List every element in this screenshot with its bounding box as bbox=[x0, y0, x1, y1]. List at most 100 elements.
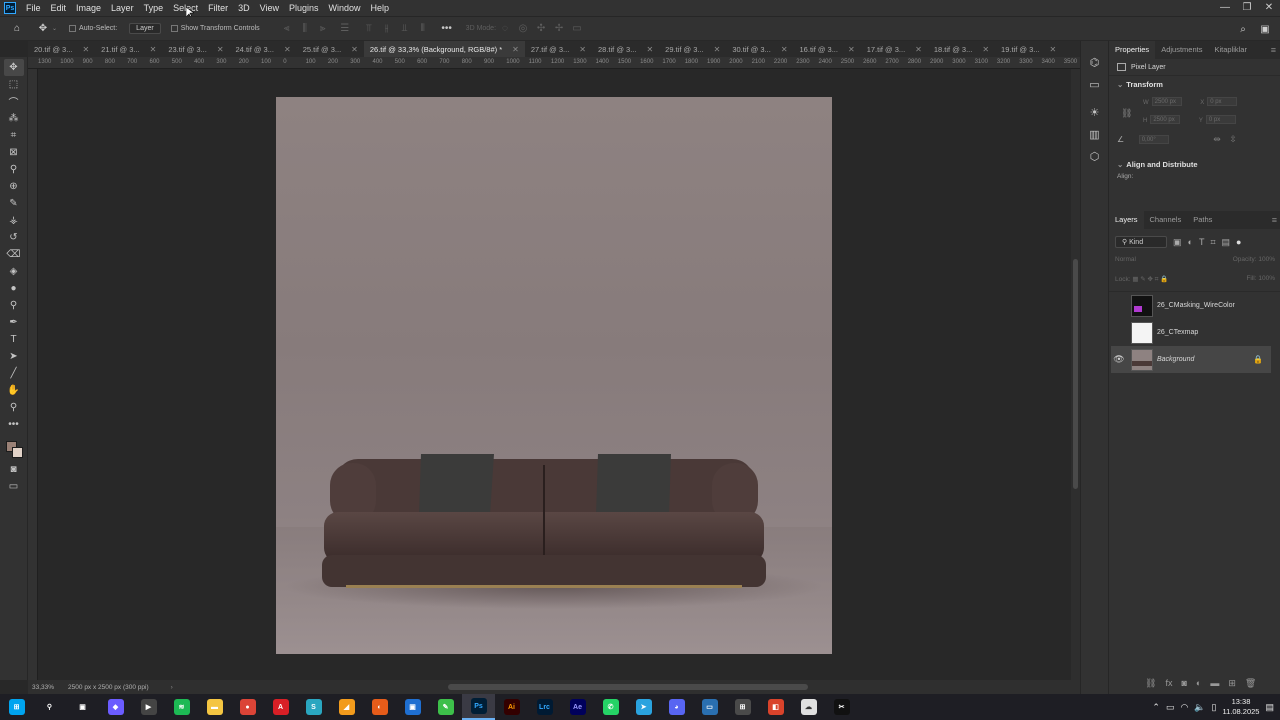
history-brush-tool[interactable]: ↺ bbox=[4, 229, 24, 246]
distribute-vertical-icon[interactable]: ⫴ bbox=[414, 20, 432, 38]
pan-3d-icon[interactable]: ✣ bbox=[532, 20, 550, 38]
taskbar-remote-desktop[interactable]: ▭ bbox=[693, 694, 726, 720]
add-mask-icon[interactable]: ◙ bbox=[1181, 678, 1186, 689]
vertical-scrollbar[interactable] bbox=[1071, 69, 1080, 680]
status-chevron-icon[interactable]: › bbox=[171, 684, 173, 691]
angle-field[interactable]: 0,00° bbox=[1138, 135, 1169, 145]
taskbar-photoshop[interactable]: Ps bbox=[462, 694, 495, 720]
document-tab[interactable]: 20.tif @ 3... ✕ bbox=[28, 41, 95, 57]
link-layers-icon[interactable]: ⛓ bbox=[1145, 678, 1156, 689]
close-tab-icon[interactable]: ✕ bbox=[848, 45, 855, 54]
align-right-icon[interactable]: ⫸ bbox=[314, 20, 332, 38]
y-field[interactable]: 0 px bbox=[1205, 115, 1236, 125]
delete-layer-icon[interactable]: 🗑 bbox=[1245, 678, 1256, 689]
tab-libraries[interactable]: Kitapliklar bbox=[1208, 41, 1253, 59]
adjustments-icon[interactable]: ☀ bbox=[1086, 103, 1104, 121]
menu-image[interactable]: Image bbox=[71, 0, 106, 16]
width-field[interactable]: 2500 px bbox=[1151, 97, 1182, 107]
taskbar-whatsapp[interactable]: ✆ bbox=[594, 694, 627, 720]
menu-help[interactable]: Help bbox=[366, 0, 395, 16]
dodge-tool[interactable]: ⚲ bbox=[4, 297, 24, 314]
line-tool[interactable]: ╱ bbox=[4, 365, 24, 382]
layer-row[interactable]: 26_CMasking_WireColor bbox=[1111, 292, 1271, 319]
background-color-swatch[interactable] bbox=[11, 447, 23, 458]
filter-smart-object-icon[interactable]: ▤ bbox=[1222, 237, 1231, 248]
layer-filter-dropdown[interactable]: ⚲ Kind bbox=[1115, 236, 1167, 248]
close-tab-icon[interactable]: ✕ bbox=[150, 45, 157, 54]
height-field[interactable]: 2500 px bbox=[1150, 115, 1181, 125]
align-center-icon[interactable]: ⫼ bbox=[296, 20, 314, 38]
comments-icon[interactable]: ▭ bbox=[1086, 75, 1104, 93]
camera-3d-icon[interactable]: ▭ bbox=[568, 20, 586, 38]
auto-select-dropdown[interactable]: Layer bbox=[129, 23, 161, 34]
tab-adjustments[interactable]: Adjustments bbox=[1155, 41, 1208, 59]
document-tab[interactable]: 28.tif @ 3... ✕ bbox=[592, 41, 659, 57]
menu-type[interactable]: Type bbox=[139, 0, 169, 16]
taskbar-telegram[interactable]: ➤ bbox=[627, 694, 660, 720]
frame-tool[interactable]: ⊠ bbox=[4, 144, 24, 161]
document-tab[interactable]: 19.tif @ 3... ✕ bbox=[995, 41, 1062, 57]
chevron-down-icon[interactable]: ⌄ bbox=[52, 25, 57, 32]
taskbar-media-player[interactable]: ▶ bbox=[132, 694, 165, 720]
menu-file[interactable]: File bbox=[21, 0, 46, 16]
tab-paths[interactable]: Paths bbox=[1187, 211, 1218, 229]
distribute-icon[interactable]: ☰ bbox=[336, 20, 354, 38]
document-tab[interactable]: 27.tif @ 3... ✕ bbox=[525, 41, 592, 57]
pen-tool[interactable]: ✒ bbox=[4, 314, 24, 331]
close-tab-icon[interactable]: ✕ bbox=[512, 45, 519, 54]
align-middle-icon[interactable]: ⫲ bbox=[378, 20, 396, 38]
taskbar-copilot[interactable]: ◆ bbox=[99, 694, 132, 720]
show-transform-checkbox[interactable] bbox=[170, 25, 178, 32]
document-tab[interactable]: 23.tif @ 3... ✕ bbox=[162, 41, 229, 57]
document-tab[interactable]: 18.tif @ 3... ✕ bbox=[928, 41, 995, 57]
lock-icons[interactable]: ▦ ✎ ✥ ⌗ 🔒 bbox=[1132, 276, 1168, 283]
workspace-icon[interactable]: ▣ bbox=[1256, 20, 1274, 38]
close-tab-icon[interactable]: ✕ bbox=[579, 45, 586, 54]
filter-adjustment-icon[interactable]: ◐ bbox=[1188, 237, 1193, 247]
move-tool-icon[interactable]: ✥ bbox=[34, 20, 52, 38]
menu-filter[interactable]: Filter bbox=[203, 0, 233, 16]
x-field[interactable]: 0 px bbox=[1207, 97, 1238, 107]
display-icon[interactable]: ▭ bbox=[1166, 702, 1175, 713]
link-icon[interactable]: ⛓ bbox=[1121, 105, 1132, 121]
levels-icon[interactable]: ▥ bbox=[1086, 125, 1104, 143]
flip-horizontal-icon[interactable]: ⇹ bbox=[1213, 134, 1221, 144]
minimize-icon[interactable]: — bbox=[1214, 0, 1236, 16]
notification-icon[interactable]: ▤ bbox=[1265, 702, 1274, 713]
brush-tool[interactable]: ✎ bbox=[4, 195, 24, 212]
flip-vertical-icon[interactable]: ⇳ bbox=[1229, 134, 1237, 144]
hand-tool[interactable]: ✋ bbox=[4, 382, 24, 399]
more-options-icon[interactable]: ••• bbox=[438, 20, 456, 38]
layers-menu-icon[interactable]: ≡ bbox=[1272, 215, 1277, 225]
volume-icon[interactable]: 🔈 bbox=[1194, 702, 1205, 713]
taskbar-cloud-app[interactable]: ☁ bbox=[792, 694, 825, 720]
menu-view[interactable]: View bbox=[255, 0, 284, 16]
taskbar-app-office2[interactable]: ◧ bbox=[759, 694, 792, 720]
taskbar-acrobat[interactable]: A bbox=[264, 694, 297, 720]
document-tab[interactable]: 21.tif @ 3... ✕ bbox=[95, 41, 162, 57]
clone-stamp-tool[interactable]: ⚶ bbox=[4, 212, 24, 229]
edit-toolbar-icon[interactable]: ••• bbox=[4, 416, 24, 433]
roll-3d-icon[interactable]: ◎ bbox=[514, 20, 532, 38]
filter-shape-icon[interactable]: ⌗ bbox=[1210, 237, 1215, 248]
type-tool[interactable]: T bbox=[4, 331, 24, 348]
document-tab[interactable]: 24.tif @ 3... ✕ bbox=[230, 41, 297, 57]
layer-name[interactable]: 26_CMasking_WireColor bbox=[1157, 302, 1235, 309]
crop-tool[interactable]: ⌗ bbox=[4, 127, 24, 144]
paint-bucket-tool[interactable]: ◈ bbox=[4, 263, 24, 280]
align-bottom-icon[interactable]: ⫫ bbox=[396, 20, 414, 38]
close-tab-icon[interactable]: ✕ bbox=[217, 45, 224, 54]
taskbar-spotify[interactable]: ≋ bbox=[165, 694, 198, 720]
clock[interactable]: 13:38 11.08.2025 bbox=[1223, 697, 1260, 717]
filter-type-icon[interactable]: T bbox=[1199, 237, 1205, 247]
document-canvas[interactable] bbox=[276, 97, 832, 654]
taskbar-illustrator[interactable]: Ai bbox=[495, 694, 528, 720]
close-tab-icon[interactable]: ✕ bbox=[284, 45, 291, 54]
menu-3d[interactable]: 3D bbox=[233, 0, 255, 16]
taskbar-app-blue[interactable]: ▣ bbox=[396, 694, 429, 720]
taskbar-app-orange[interactable]: ◐ bbox=[363, 694, 396, 720]
taskbar-capcut[interactable]: ✂ bbox=[825, 694, 858, 720]
taskbar-file-explorer[interactable]: ▬ bbox=[198, 694, 231, 720]
taskbar-lightroom-classic[interactable]: Lrc bbox=[528, 694, 561, 720]
document-tab[interactable]: 30.tif @ 3... ✕ bbox=[726, 41, 793, 57]
